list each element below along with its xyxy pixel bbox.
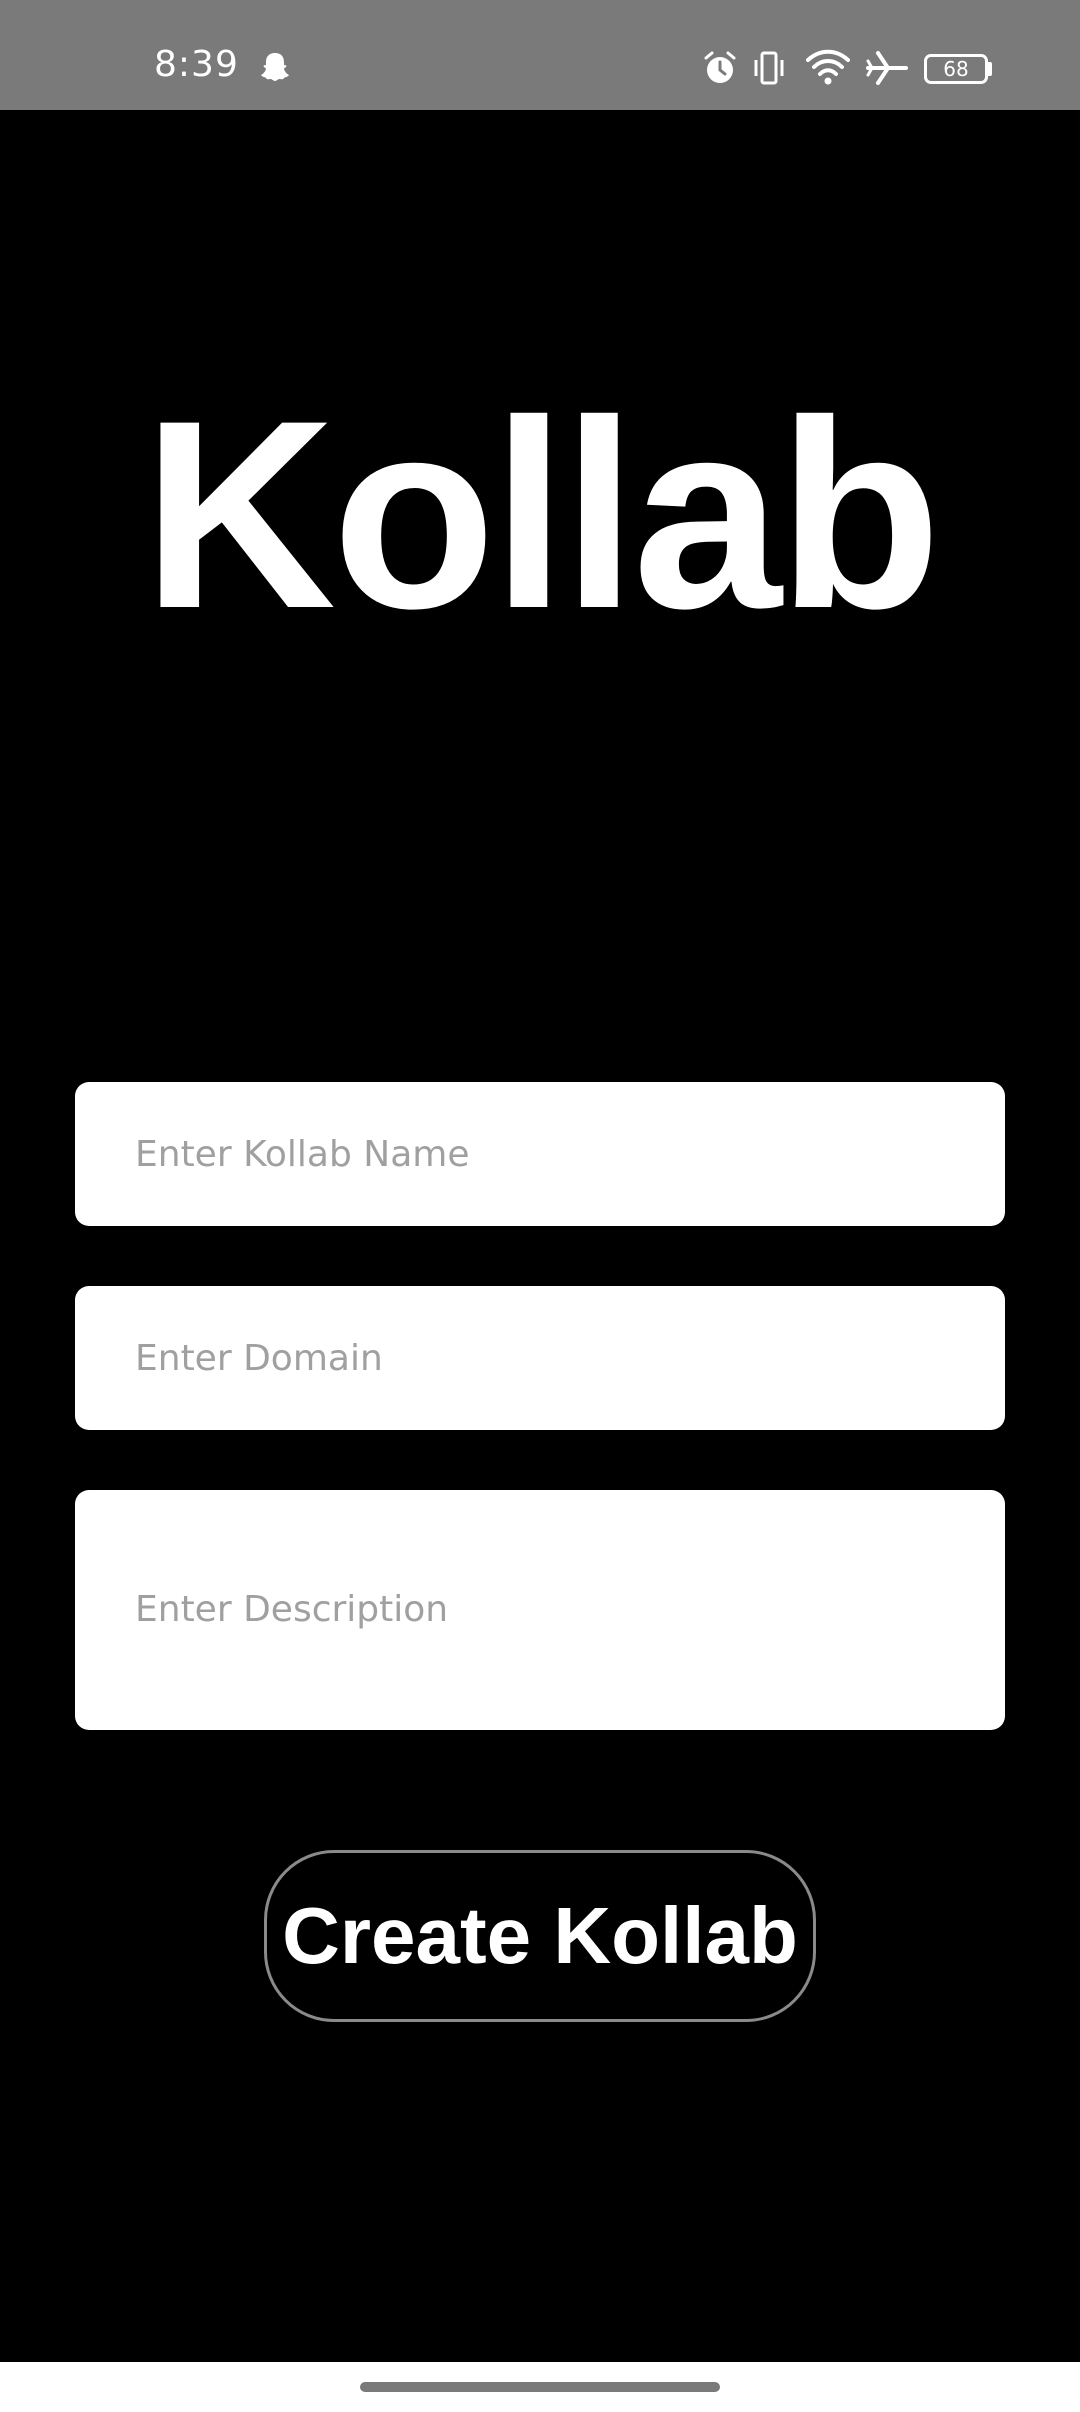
screen: 8:39 68 Kollab Enter Kollab Name Enter D… — [0, 0, 1080, 2412]
battery-icon: 68 — [924, 54, 988, 84]
kollab-name-field[interactable] — [75, 1082, 1005, 1226]
domain-input[interactable] — [135, 1337, 1005, 1379]
description-input[interactable] — [135, 1585, 1005, 1635]
battery-level: 68 — [943, 57, 969, 81]
snapchat-icon — [261, 53, 289, 81]
status-time: 8:39 — [154, 44, 239, 85]
domain-field[interactable] — [75, 1286, 1005, 1430]
status-bar: 8:39 68 — [0, 0, 1080, 110]
wifi-icon — [806, 49, 850, 85]
description-field[interactable] — [75, 1490, 1005, 1730]
airplane-icon — [866, 51, 908, 85]
create-kollab-button[interactable]: Create Kollab — [264, 1850, 816, 2022]
home-handle[interactable] — [360, 2382, 720, 2392]
app-title: Kollab — [142, 364, 942, 664]
vibrate-icon — [754, 51, 784, 85]
alarm-icon — [704, 51, 736, 83]
battery-tip — [988, 62, 992, 76]
navigation-bar — [0, 2362, 1080, 2412]
create-kollab-label: Create Kollab — [282, 1891, 798, 1980]
kollab-name-input[interactable] — [135, 1133, 1005, 1175]
